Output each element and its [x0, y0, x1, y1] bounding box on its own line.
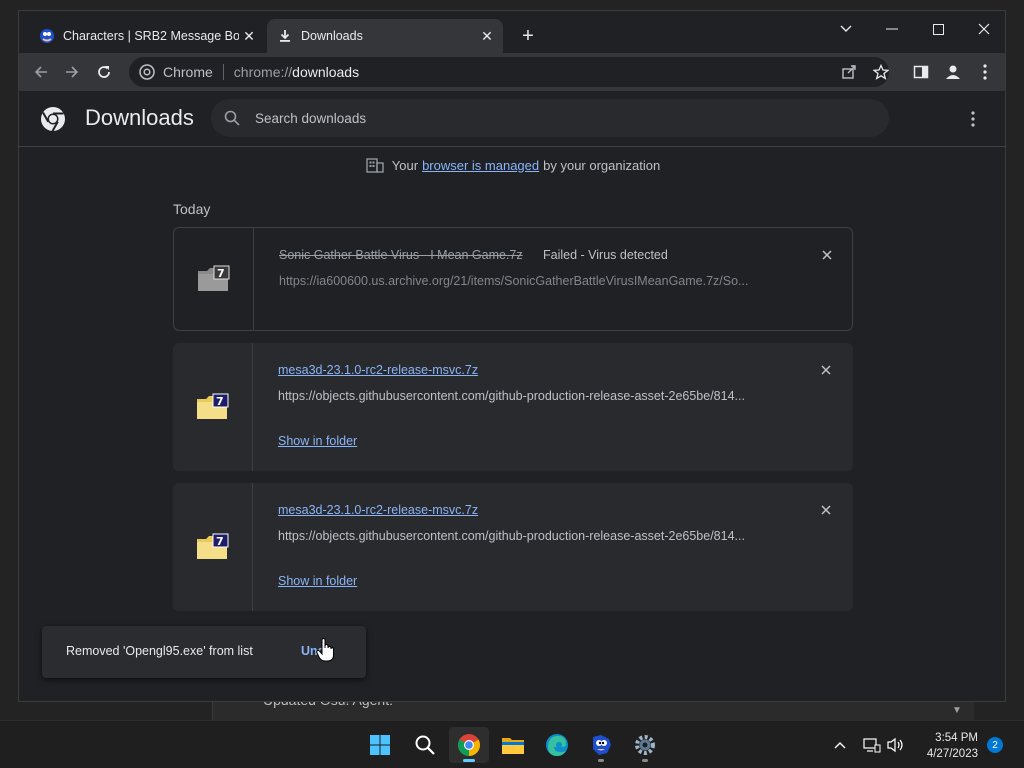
download-item: 7 mesa3d-23.1.0-rc2-release-msvc.7z http…	[173, 483, 853, 611]
7z-file-icon: 7	[196, 533, 228, 559]
svg-text:7: 7	[216, 535, 224, 548]
clock-time: 3:54 PM	[935, 732, 978, 744]
network-icon[interactable]	[862, 735, 882, 755]
running-indicator	[642, 759, 648, 762]
new-tab-button[interactable]: +	[517, 25, 539, 47]
active-indicator	[463, 759, 475, 762]
file-icon-column: 7	[174, 228, 254, 330]
taskbar-search-button[interactable]	[405, 727, 445, 763]
clock-date: 4/27/2023	[926, 748, 978, 760]
system-clock[interactable]: 3:54 PM 4/27/2023	[916, 730, 978, 762]
edge-icon	[546, 734, 568, 756]
managed-notice: Your browser is managed by your organiza…	[19, 157, 1005, 173]
share-icon[interactable]	[839, 62, 859, 82]
taskbar-settings[interactable]	[625, 727, 665, 763]
windows-logo-icon	[370, 735, 390, 755]
taskbar-edge[interactable]	[537, 727, 577, 763]
close-tab-icon[interactable]: ✕	[477, 26, 497, 46]
search-icon	[223, 109, 241, 127]
chrome-logo-icon	[39, 105, 67, 133]
start-button[interactable]	[360, 727, 400, 763]
downloads-page: Downloads Search downloads Your browser …	[19, 91, 1005, 701]
sonic-favicon-icon	[39, 28, 55, 44]
close-window-button[interactable]	[961, 15, 1005, 43]
tab-downloads[interactable]: Downloads ✕	[267, 19, 503, 53]
show-in-folder-link[interactable]: Show in folder	[278, 574, 357, 588]
tab-title: Downloads	[301, 29, 363, 43]
address-bar[interactable]: Chrome chrome://downloads	[129, 57, 889, 87]
tab-srb2[interactable]: Characters | SRB2 Message Board ✕	[29, 19, 265, 53]
taskbar-srb2[interactable]	[581, 727, 621, 763]
side-panel-icon[interactable]	[911, 62, 931, 82]
svg-text:7: 7	[216, 395, 224, 408]
managed-suffix: by your organization	[543, 157, 661, 173]
tab-strip: Characters | SRB2 Message Board ✕ Downlo…	[19, 11, 1005, 53]
download-filename-link[interactable]: mesa3d-23.1.0-rc2-release-msvc.7z	[278, 363, 478, 377]
section-date-header: Today	[173, 201, 211, 217]
site-label: Chrome	[163, 64, 213, 80]
toast-message: Removed 'Opengl95.exe' from list	[66, 644, 253, 658]
profile-icon[interactable]	[943, 62, 963, 82]
download-status: Failed - Virus detected	[543, 248, 668, 262]
download-filename-link[interactable]: mesa3d-23.1.0-rc2-release-msvc.7z	[278, 503, 478, 517]
taskbar-file-explorer[interactable]	[493, 727, 533, 763]
download-url[interactable]: https://objects.githubusercontent.com/gi…	[278, 389, 774, 403]
7z-file-icon: 7	[197, 265, 229, 291]
maximize-button[interactable]	[915, 15, 961, 43]
browser-managed-link[interactable]: browser is managed	[422, 158, 539, 173]
download-item: 7 mesa3d-23.1.0-rc2-release-msvc.7z http…	[173, 343, 853, 471]
file-icon-column: 7	[173, 483, 253, 611]
notification-badge[interactable]: 2	[987, 737, 1003, 753]
remove-from-list-icon[interactable]	[817, 501, 835, 519]
tab-search-icon[interactable]	[823, 15, 869, 43]
forward-button[interactable]	[60, 60, 84, 84]
building-icon	[366, 157, 384, 173]
search-placeholder: Search downloads	[255, 110, 367, 126]
search-icon	[415, 735, 435, 755]
chrome-site-icon	[139, 64, 155, 80]
sonic-icon	[593, 735, 611, 755]
remove-from-list-icon[interactable]	[817, 361, 835, 379]
omnibox-divider	[222, 64, 224, 80]
back-button[interactable]	[29, 60, 53, 84]
page-header: Downloads Search downloads	[19, 91, 1005, 147]
show-in-folder-link[interactable]: Show in folder	[278, 434, 357, 448]
close-tab-icon[interactable]: ✕	[239, 26, 259, 46]
toolbar: Chrome chrome://downloads	[19, 53, 1005, 91]
scroll-down-icon[interactable]: ▼	[948, 705, 966, 719]
chrome-icon	[458, 734, 480, 756]
reload-button[interactable]	[92, 60, 116, 84]
chevron-up-icon[interactable]	[830, 735, 850, 755]
folder-icon	[502, 738, 524, 754]
bookmark-star-icon[interactable]	[871, 62, 891, 82]
download-url[interactable]: https://ia600600.us.archive.org/21/items…	[279, 274, 775, 288]
more-actions-icon[interactable]	[963, 109, 983, 129]
svg-text:7: 7	[217, 267, 225, 280]
managed-prefix: Your	[391, 157, 419, 173]
gear-icon	[635, 735, 655, 755]
kebab-menu-icon[interactable]	[975, 62, 995, 82]
7z-file-icon: 7	[196, 393, 228, 419]
url-text: chrome://downloads	[233, 64, 360, 80]
chrome-window: Characters | SRB2 Message Board ✕ Downlo…	[18, 10, 1006, 702]
download-filename: Sonic Gather Battle Virus - I Mean Game.…	[279, 248, 523, 262]
download-url[interactable]: https://objects.githubusercontent.com/gi…	[278, 529, 774, 543]
running-indicator	[598, 759, 604, 762]
download-item: 7 Sonic Gather Battle Virus - I Mean Gam…	[173, 227, 853, 331]
file-icon-column: 7	[173, 343, 253, 471]
hand-cursor-icon	[316, 637, 334, 662]
download-icon	[277, 28, 293, 44]
minimize-button[interactable]	[869, 15, 915, 43]
volume-icon[interactable]	[886, 735, 906, 755]
taskbar: 3:54 PM 4/27/2023 2	[0, 720, 1024, 768]
page-title: Downloads	[85, 105, 194, 130]
search-downloads-input[interactable]: Search downloads	[211, 99, 889, 137]
taskbar-chrome[interactable]	[449, 727, 489, 763]
tab-title: Characters | SRB2 Message Board	[63, 29, 239, 43]
remove-from-list-icon[interactable]	[818, 246, 836, 264]
